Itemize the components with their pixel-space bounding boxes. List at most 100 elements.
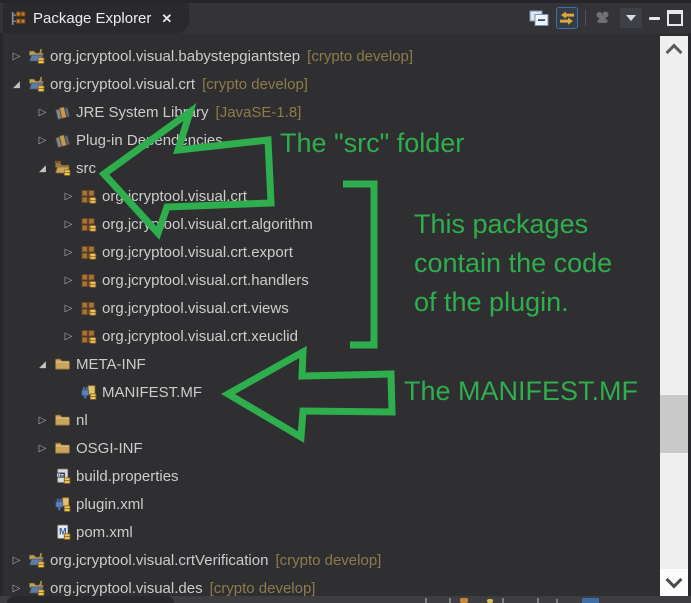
status-bar-strip <box>0 596 691 603</box>
folder-icon <box>54 412 71 428</box>
tree-item-label: Plug-in Dependencies <box>76 131 223 149</box>
tree-row[interactable]: plugin.xml <box>3 490 660 518</box>
tree-item-label: org.jcryptool.visual.crt <box>102 187 248 205</box>
package-icon <box>80 328 97 344</box>
tree-item-label: pom.xml <box>76 523 133 541</box>
twistie-expanded-icon[interactable]: ◢ <box>36 163 49 174</box>
tree-row[interactable]: ▷ org.jcryptool.visual.crt.algorithm <box>3 210 660 238</box>
twistie-collapsed-icon[interactable]: ▷ <box>62 219 75 230</box>
scrollbar-thumb[interactable] <box>660 395 688 453</box>
tree-item-decoration: [crypto develop] <box>307 47 414 65</box>
tree-item-label: org.jcryptool.visual.crt.export <box>102 243 293 261</box>
view-tab-bar: Package Explorer ✕ <box>0 0 691 33</box>
package-icon <box>80 300 97 316</box>
folder-icon <box>54 440 71 456</box>
tree-row[interactable]: ◢ org.jcryptool.visual.crt [crypto develop… <box>3 70 660 98</box>
minimize-icon[interactable] <box>649 7 660 29</box>
tree-item-decoration: [crypto develop] <box>209 579 316 597</box>
tree-row[interactable]: ▷ org.jcryptool.visual.crt.xeuclid <box>3 322 660 350</box>
tree-row[interactable]: ▷ org.jcryptool.visual.crt.handlers <box>3 266 660 294</box>
twistie-collapsed-icon[interactable]: ▷ <box>10 583 23 594</box>
tree-item-label: org.jcryptool.visual.babystepgiantstep <box>50 47 301 65</box>
status-bar-fragment <box>502 598 504 603</box>
tree-item-label: org.jcryptool.visual.crt <box>50 75 196 93</box>
tree-row[interactable]: ◢ META-INF <box>3 350 660 378</box>
tree-item-label: MANIFEST.MF <box>102 383 202 401</box>
twistie-collapsed-icon[interactable]: ▷ <box>10 51 23 62</box>
view-menu-icon[interactable] <box>620 8 642 28</box>
tree-item-label: JRE System Library <box>76 103 209 121</box>
twistie-expanded-icon[interactable]: ◢ <box>36 359 49 370</box>
status-bar-fragment <box>556 599 558 603</box>
tree-row[interactable]: ▷ org.jcryptool.visual.babystepgiantstep [… <box>3 42 660 70</box>
plugin-project-icon <box>28 552 45 568</box>
tab-package-explorer[interactable]: Package Explorer ✕ <box>3 3 189 33</box>
tree-row[interactable]: ▷ org.jcryptool.visual.crt <box>3 182 660 210</box>
plugin-xml-icon <box>54 496 71 512</box>
twistie-collapsed-icon[interactable]: ▷ <box>36 415 49 426</box>
tree-row[interactable]: ▷ org.jcryptool.visual.des [crypto develop… <box>3 574 660 597</box>
twistie-collapsed-icon[interactable]: ▷ <box>10 555 23 566</box>
twistie-collapsed-icon[interactable]: ▷ <box>62 191 75 202</box>
twistie-collapsed-icon[interactable]: ▷ <box>62 275 75 286</box>
tree-item-label: org.jcryptool.visual.crt.algorithm <box>102 215 313 233</box>
tree-item-label: META-INF <box>76 355 146 373</box>
tree-item-decoration: [crypto develop] <box>202 75 308 93</box>
tree-item-label: org.jcryptool.visual.crt.handlers <box>102 271 309 289</box>
package-icon <box>80 244 97 260</box>
chevron-up-icon <box>665 43 683 60</box>
scroll-down-button[interactable] <box>660 569 688 596</box>
toolbar-separator <box>585 10 586 26</box>
tree-row[interactable]: build.properties <box>3 462 660 490</box>
folder-icon <box>54 356 71 372</box>
tree-row[interactable]: Mpom.xml <box>3 518 660 546</box>
close-icon[interactable]: ✕ <box>161 12 172 25</box>
properties-file-icon <box>54 468 71 484</box>
chevron-down-icon <box>665 571 683 589</box>
package-explorer-view: Package Explorer ✕ ▷ org.jcryptool.visua… <box>0 0 691 603</box>
maximize-icon[interactable] <box>667 7 683 29</box>
tree-row[interactable]: ▷ nl <box>3 406 660 434</box>
twistie-collapsed-icon[interactable]: ▷ <box>36 107 49 118</box>
tab-title: Package Explorer <box>33 9 152 27</box>
package-icon <box>80 272 97 288</box>
twistie-collapsed-icon[interactable]: ▷ <box>62 303 75 314</box>
twistie-collapsed-icon[interactable]: ▷ <box>36 135 49 146</box>
status-bar-fragment <box>487 599 493 603</box>
tree-row[interactable]: ▷ org.jcryptool.visual.crt.views <box>3 294 660 322</box>
focus-disabled-icon <box>593 7 613 29</box>
status-bar-fragment <box>449 598 451 603</box>
collapse-all-icon[interactable] <box>529 7 549 29</box>
package-explorer-icon <box>11 10 26 26</box>
tree-item-label: org.jcryptool.visual.crt.xeuclid <box>102 327 298 345</box>
tree-item-label: OSGI-INF <box>76 439 143 457</box>
tree-row[interactable]: ▷ OSGI-INF <box>3 434 660 462</box>
twistie-expanded-icon[interactable]: ◢ <box>10 79 23 90</box>
tree-item-label: plugin.xml <box>76 495 144 513</box>
tree-item-label: nl <box>76 411 88 429</box>
library-icon <box>54 104 71 120</box>
tree-item-label: src <box>76 159 96 177</box>
source-folder-icon <box>54 160 71 176</box>
tree-row[interactable]: ◢ src <box>3 154 660 182</box>
tree-item-decoration: [JavaSE-1.8] <box>215 103 302 121</box>
tree-row[interactable]: ▷ org.jcryptool.visual.crt.export <box>3 238 660 266</box>
twistie-collapsed-icon[interactable]: ▷ <box>36 443 49 454</box>
status-bar-fragment <box>460 598 468 603</box>
vertical-scrollbar[interactable] <box>660 36 688 596</box>
tree-row[interactable]: ▷ JRE System Library [JavaSE-1.8] <box>3 98 660 126</box>
pom-xml-icon: M <box>54 524 71 540</box>
tree-row[interactable]: ▷ org.jcryptool.visual.crtVerification [cr… <box>3 546 660 574</box>
tree-row[interactable]: ▷ Plug-in Dependencies <box>3 126 660 154</box>
view-toolbar <box>529 6 683 30</box>
link-with-editor-icon[interactable] <box>556 7 578 29</box>
project-tree[interactable]: ▷ org.jcryptool.visual.babystepgiantstep [… <box>3 33 660 596</box>
tree-row[interactable]: MANIFEST.MF <box>3 378 660 406</box>
library-icon <box>54 132 71 148</box>
twistie-collapsed-icon[interactable]: ▷ <box>62 331 75 342</box>
manifest-file-icon <box>80 384 97 400</box>
package-icon <box>80 216 97 232</box>
scroll-up-button[interactable] <box>660 36 688 62</box>
status-bar-fragment <box>537 598 539 603</box>
twistie-collapsed-icon[interactable]: ▷ <box>62 247 75 258</box>
